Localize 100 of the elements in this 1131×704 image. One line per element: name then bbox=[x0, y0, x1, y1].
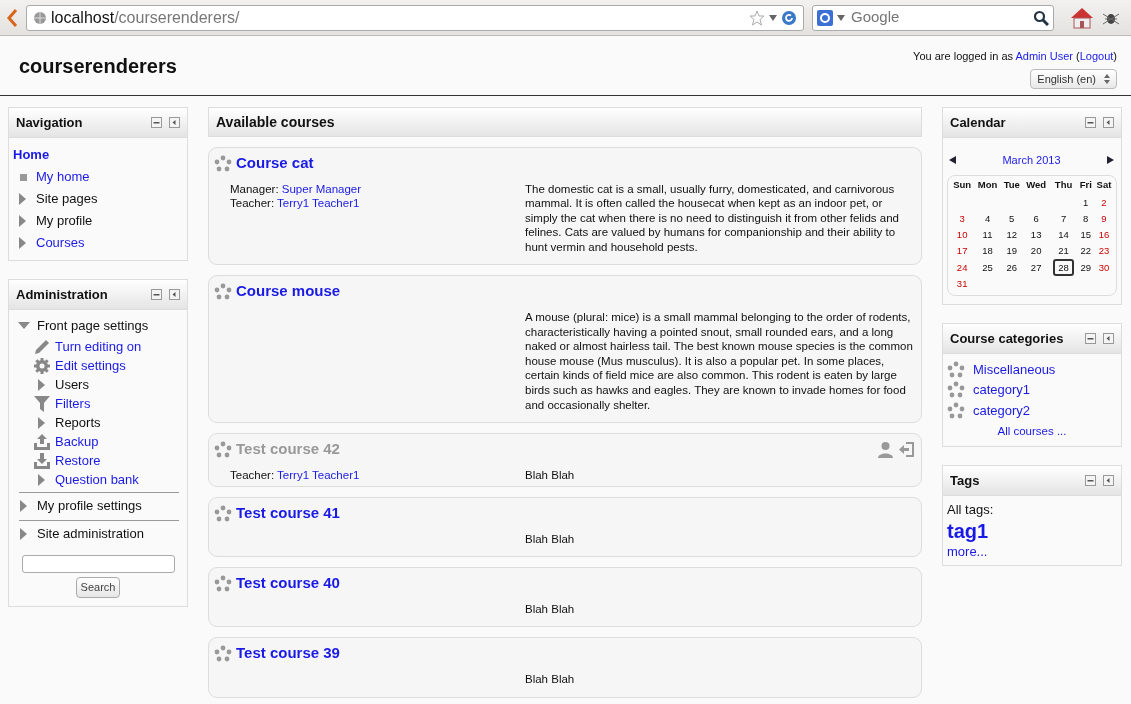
updown-icon bbox=[1104, 73, 1110, 84]
weekday-label: Tue bbox=[1002, 178, 1021, 193]
calendar-date: 1 bbox=[1083, 196, 1089, 208]
contact-link[interactable]: Terry1 Teacher1 bbox=[277, 468, 360, 481]
block-title: Navigation bbox=[16, 113, 84, 132]
next-month-icon[interactable] bbox=[1107, 156, 1114, 165]
calendar-date: 10 bbox=[956, 229, 968, 240]
download-icon bbox=[33, 451, 51, 470]
all-courses-link[interactable]: All courses ... bbox=[997, 424, 1067, 437]
calendar-date: 16 bbox=[1098, 229, 1110, 240]
nav-link-text[interactable]: Courses bbox=[36, 233, 85, 253]
minimize-icon[interactable] bbox=[1085, 475, 1096, 486]
section-title: Available courses bbox=[216, 112, 335, 132]
search-field[interactable] bbox=[21, 555, 175, 573]
dock-icon[interactable] bbox=[169, 289, 180, 300]
contact-link[interactable]: Terry1 Teacher1 bbox=[277, 197, 360, 210]
calendar-date: 31 bbox=[956, 277, 968, 289]
logout-link[interactable]: Logout bbox=[1079, 50, 1114, 62]
month-link[interactable]: March 2013 bbox=[1002, 152, 1061, 169]
nav-label: My profile bbox=[36, 212, 93, 231]
category-link[interactable]: category2 bbox=[973, 400, 1031, 420]
course-summary: A mouse (plural: mice) is a small mammal belonging to the order of rodents, characteristically having a pointed snout, small rounded ears, and a long naked or almost hairless tail. The best known mouse species is the common house mouse (Mus musculus). It is also a popular pet. In some places, certain kinds of field mice are also common. This rodent is eaten by large birds such as hawks and eagles. They are known to invade homes for food and occasionally shelter. bbox=[525, 309, 914, 413]
tag-link[interactable]: tag1 bbox=[947, 519, 1117, 542]
course-icon bbox=[214, 154, 232, 172]
login-info: You are logged in as Admin User (Logout) bbox=[913, 49, 1117, 64]
course-summary: Blah Blah bbox=[525, 601, 576, 617]
calendar-date: 19 bbox=[1006, 245, 1017, 257]
search-engine-icon[interactable] bbox=[817, 9, 833, 26]
course-name-link[interactable]: Test course 41 bbox=[236, 502, 340, 525]
calendar-date: 23 bbox=[1098, 245, 1110, 257]
category-link[interactable]: Miscellaneous bbox=[973, 359, 1056, 379]
calendar-date: 24 bbox=[956, 261, 968, 273]
calendar-date: 29 bbox=[1080, 261, 1091, 273]
contact-link[interactable]: Super Manager bbox=[281, 182, 362, 195]
course-name-link[interactable]: Course mouse bbox=[236, 280, 341, 303]
weekday-label: Wed bbox=[1025, 178, 1048, 193]
nav-link-text[interactable]: Question bank bbox=[55, 469, 139, 490]
category-icon bbox=[947, 401, 965, 419]
nav-link-text[interactable]: Filters bbox=[55, 393, 91, 414]
course-name-link[interactable]: Course cat bbox=[236, 152, 314, 175]
globe-icon bbox=[33, 10, 47, 25]
minimize-icon[interactable] bbox=[1085, 117, 1096, 128]
person-icon[interactable] bbox=[877, 440, 894, 458]
calendar-date: 18 bbox=[982, 245, 993, 257]
nav-link-text[interactable]: Backup bbox=[55, 431, 99, 452]
search-icon[interactable] bbox=[1033, 9, 1049, 26]
contact-line: Teacher: Terry1 Teacher1 bbox=[230, 467, 361, 483]
more-link[interactable]: more... bbox=[947, 543, 988, 559]
nav-link-text[interactable]: Edit settings bbox=[55, 355, 126, 376]
minimize-icon[interactable] bbox=[151, 289, 162, 300]
category-icon bbox=[947, 360, 965, 378]
search-button[interactable]: Search bbox=[75, 577, 121, 598]
dropdown-icon[interactable] bbox=[837, 14, 845, 21]
previous-month-icon[interactable] bbox=[949, 156, 956, 165]
category-icon bbox=[947, 381, 965, 399]
reload-icon[interactable] bbox=[781, 9, 797, 26]
course-name-link[interactable]: Test course 40 bbox=[236, 572, 340, 595]
course-name-link[interactable]: Test course 39 bbox=[236, 642, 340, 665]
dock-icon[interactable] bbox=[169, 117, 180, 128]
search-field[interactable]: Google bbox=[812, 4, 1054, 31]
pencil-icon bbox=[33, 337, 51, 356]
dock-icon[interactable] bbox=[1103, 333, 1114, 344]
dropdown-icon[interactable] bbox=[769, 14, 777, 21]
course-icon bbox=[214, 645, 232, 663]
nav-label: Site administration bbox=[37, 525, 144, 544]
language-select[interactable]: English (en) bbox=[1030, 68, 1117, 89]
calendar-date: 11 bbox=[982, 229, 993, 240]
nav-link-text[interactable]: Home bbox=[13, 145, 50, 165]
calendar-date: 5 bbox=[1009, 212, 1015, 224]
dock-icon[interactable] bbox=[1103, 475, 1114, 486]
search-input[interactable]: Google bbox=[849, 5, 1019, 30]
weekday-label: Sat bbox=[1095, 178, 1113, 193]
minimize-icon[interactable] bbox=[1085, 333, 1096, 344]
course-icon bbox=[214, 283, 232, 301]
nav-link-text[interactable]: Restore bbox=[55, 450, 101, 471]
contact-line: Teacher: Terry1 Teacher1 bbox=[230, 196, 361, 211]
back-icon[interactable] bbox=[6, 7, 18, 28]
category-link[interactable]: category1 bbox=[973, 380, 1031, 400]
gear-icon bbox=[33, 356, 51, 375]
calendar-date: 2 bbox=[1101, 196, 1107, 208]
weekday-label: Sun bbox=[952, 178, 973, 193]
user-link[interactable]: Admin User bbox=[1015, 50, 1073, 62]
url-host: localhost bbox=[51, 8, 115, 26]
tags-label: All tags: bbox=[947, 501, 995, 519]
star-icon[interactable] bbox=[749, 9, 765, 26]
dock-icon[interactable] bbox=[1103, 117, 1114, 128]
minimize-icon[interactable] bbox=[151, 117, 162, 128]
course-icon bbox=[214, 575, 232, 593]
nav-link-text[interactable]: My home bbox=[36, 167, 90, 187]
address-bar[interactable]: localhost/courserenderers/ bbox=[26, 4, 804, 31]
course-summary: Blah Blah bbox=[525, 531, 576, 547]
nav-link-text[interactable]: Turn editing on bbox=[55, 336, 142, 357]
calendar-date: 26 bbox=[1006, 261, 1017, 273]
home-icon[interactable] bbox=[1070, 6, 1094, 29]
url-path: /courserenderers/ bbox=[114, 8, 240, 26]
course-summary: Blah Blah bbox=[525, 671, 576, 687]
calendar-date: 9 bbox=[1101, 212, 1107, 224]
sign-in-icon[interactable] bbox=[898, 440, 915, 458]
today-date: 28 bbox=[1053, 258, 1074, 276]
nav-label: Site pages bbox=[36, 190, 98, 209]
